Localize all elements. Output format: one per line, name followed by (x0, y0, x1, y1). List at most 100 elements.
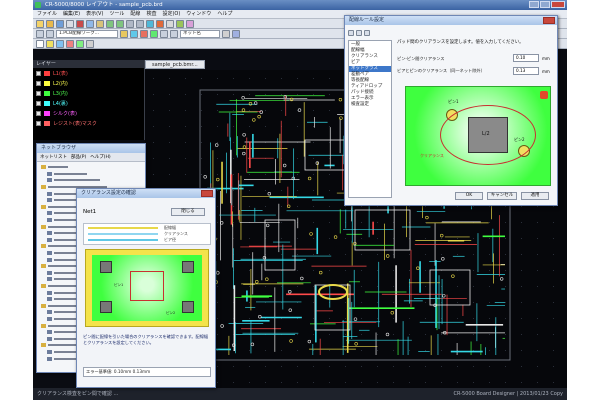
cancel-button[interactable]: キャンセル (487, 192, 517, 200)
tab-netlist[interactable]: ネットリスト (40, 154, 67, 160)
mirror-icon[interactable] (170, 30, 178, 38)
wire-icon[interactable] (140, 30, 148, 38)
clearance-unit: mm (542, 56, 550, 61)
via-clearance-input[interactable]: 0.13 (513, 67, 539, 75)
net-tree-row[interactable] (41, 177, 141, 184)
layer-checkbox[interactable] (36, 100, 41, 106)
fit-view-icon[interactable] (86, 40, 94, 48)
layer-item[interactable]: L3(内) (33, 88, 144, 98)
dialog-close-button[interactable]: 閉じる (171, 208, 205, 216)
layer-item[interactable]: シルク(表) (33, 108, 144, 118)
white-icon[interactable] (36, 40, 44, 48)
folder-icon (47, 349, 52, 354)
layer-checkbox[interactable] (36, 70, 41, 76)
layer-item[interactable]: L1(表) (33, 68, 144, 78)
copy-icon[interactable] (86, 20, 94, 28)
layer-checkbox[interactable] (36, 80, 41, 86)
ratsnest-icon[interactable] (76, 40, 84, 48)
title-bar: CR-5000/8000 レイアウト - sample_pcb.brd (33, 0, 567, 10)
net-tree-entry (54, 350, 78, 353)
back-icon[interactable] (348, 30, 354, 36)
text-icon[interactable] (222, 30, 230, 38)
layer-checkbox[interactable] (36, 120, 41, 126)
net-tree-row[interactable] (41, 171, 141, 178)
apply-button[interactable]: 適用 (521, 192, 549, 200)
net-tree-entry (54, 179, 100, 182)
layer-item[interactable]: レジスト(表)マスク (33, 118, 144, 128)
grid-icon[interactable] (146, 20, 154, 28)
zoom-out-icon[interactable] (136, 20, 144, 28)
menu-route[interactable]: 配線 (130, 10, 140, 18)
pad-icon[interactable] (120, 30, 128, 38)
menu-view[interactable]: 表示(V) (86, 10, 103, 18)
rotate-icon[interactable] (160, 30, 168, 38)
menu-settings[interactable]: 設定(O) (162, 10, 180, 18)
folder-icon (47, 191, 52, 196)
tab-help[interactable]: ヘルプ(H) (90, 154, 110, 160)
layer-color-swatch (44, 110, 50, 116)
error-marker-icon[interactable] (66, 40, 74, 48)
forward-icon[interactable] (356, 30, 362, 36)
layer-icon[interactable] (186, 20, 194, 28)
close-button[interactable] (543, 17, 555, 24)
zoom-in-icon[interactable] (126, 20, 134, 28)
layer-item[interactable]: L4(裏) (33, 98, 144, 108)
dimension-icon[interactable] (232, 30, 240, 38)
document-tab[interactable]: sample_pcb.bmr... (145, 60, 205, 69)
folder-icon (47, 290, 52, 295)
ok-button[interactable]: OK (455, 192, 483, 200)
preview-trace-loop (130, 271, 164, 301)
redraw-icon[interactable] (56, 40, 64, 48)
net-tree-row[interactable] (41, 164, 141, 171)
net-label: Net1 (83, 209, 97, 215)
layer-label: レジスト(表)マスク (53, 120, 97, 127)
folder-icon (47, 237, 52, 242)
folder-icon (47, 356, 52, 361)
diagram-note: クリアランス (420, 153, 444, 158)
folder-icon (41, 204, 46, 209)
settings-prompt: パッド間のクリアランスを設定します。値を入力してください。 (397, 40, 524, 45)
print-icon[interactable] (66, 20, 74, 28)
area-icon[interactable] (150, 30, 158, 38)
menu-tools[interactable]: ツール (109, 10, 124, 18)
layer-checkbox[interactable] (36, 90, 41, 96)
menu-file[interactable]: ファイル (37, 10, 57, 18)
layer-item[interactable]: L2(内) (33, 78, 144, 88)
paste-icon[interactable] (96, 20, 104, 28)
menu-help[interactable]: ヘルプ (217, 10, 232, 18)
work-layer-select[interactable]: 1.PCB配線ワーク... (56, 30, 118, 38)
net-tree-entry (48, 166, 68, 169)
move-icon[interactable] (46, 30, 54, 38)
error-threshold-field[interactable]: エラー基準値: 0.10mm 0.13mm (83, 367, 211, 377)
route-icon[interactable] (176, 20, 184, 28)
legend-line-clearance (88, 233, 158, 235)
layer-label: L4(裏) (53, 100, 68, 107)
select-icon[interactable] (36, 30, 44, 38)
tab-parts[interactable]: 部品(P) (71, 154, 86, 160)
menu-check[interactable]: 検査 (146, 10, 156, 18)
folder-icon (41, 165, 46, 170)
via-icon[interactable] (130, 30, 138, 38)
menu-window[interactable]: ウィンドウ (186, 10, 211, 18)
close-button[interactable] (201, 190, 213, 197)
redo-icon[interactable] (116, 20, 124, 28)
menu-edit[interactable]: 編集(E) (63, 10, 80, 18)
cut-icon[interactable] (76, 20, 84, 28)
settings-tree-item[interactable]: 検査設定 (349, 102, 391, 108)
undo-icon[interactable] (106, 20, 114, 28)
open-folder-icon[interactable] (46, 20, 54, 28)
maximize-button[interactable] (540, 1, 550, 8)
home-icon[interactable] (364, 30, 370, 36)
new-file-icon[interactable] (36, 20, 44, 28)
net-select[interactable]: ネット名 (180, 30, 220, 38)
layer-checkbox[interactable] (36, 110, 41, 116)
clearance-input[interactable]: 0.10 (513, 54, 539, 62)
highlight-icon[interactable] (46, 40, 54, 48)
measure-icon[interactable] (166, 20, 174, 28)
settings-category-tree[interactable]: 一般 配線幅 クリアランス ビア ネットクラス 差動ペア 等長配線 ティアドロップ パッド接続エ… (348, 40, 392, 198)
drc-icon[interactable] (156, 20, 164, 28)
save-icon[interactable] (56, 20, 64, 28)
minimize-button[interactable] (529, 1, 539, 8)
folder-icon (47, 218, 52, 223)
close-button[interactable] (551, 1, 565, 8)
